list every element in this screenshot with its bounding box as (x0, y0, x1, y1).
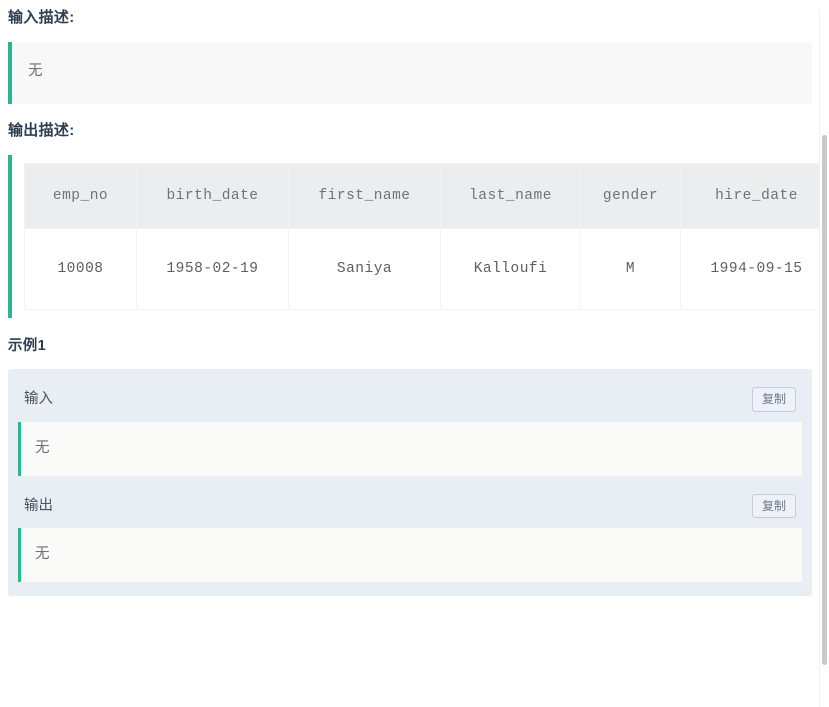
problem-description-page: 输入描述: 无 输出描述: emp_no birth_date first_na… (0, 9, 829, 707)
example-input-label: 输入 (24, 389, 53, 409)
example-panel: 输入 复制 无 输出 复制 无 (8, 369, 812, 596)
column-header-first-name: first_name (289, 164, 441, 229)
cell-last-name: Kalloufi (441, 229, 581, 310)
example-output-code-text: 无 (35, 546, 50, 562)
column-header-hire-date: hire_date (681, 164, 829, 229)
output-description-heading: 输出描述: (8, 122, 812, 140)
example-heading: 示例1 (8, 338, 812, 355)
cell-hire-date: 1994-09-15 (681, 229, 829, 310)
page-scrollbar-thumb[interactable] (822, 135, 827, 665)
example-input-row: 输入 复制 (18, 379, 802, 419)
result-table: emp_no birth_date first_name last_name g… (24, 163, 829, 310)
input-description-heading: 输入描述: (8, 9, 812, 27)
copy-output-button[interactable]: 复制 (752, 494, 796, 518)
column-header-gender: gender (581, 164, 681, 229)
result-table-body: 10008 1958-02-19 Saniya Kalloufi M 1994-… (25, 229, 829, 310)
page-scrollbar-track[interactable] (819, 9, 829, 707)
table-header-row: emp_no birth_date first_name last_name g… (25, 164, 829, 229)
example-output-row: 输出 复制 (18, 486, 802, 526)
column-header-last-name: last_name (441, 164, 581, 229)
table-row: 10008 1958-02-19 Saniya Kalloufi M 1994-… (25, 229, 829, 310)
cell-first-name: Saniya (289, 229, 441, 310)
example-input-code-text: 无 (35, 440, 50, 456)
result-table-head: emp_no birth_date first_name last_name g… (25, 164, 829, 229)
example-input-code-block: 无 (18, 422, 802, 476)
cell-gender: M (581, 229, 681, 310)
copy-input-button[interactable]: 复制 (752, 387, 796, 411)
cell-birth-date: 1958-02-19 (137, 229, 289, 310)
example-output-code-block: 无 (18, 528, 802, 582)
input-description-text: 无 (28, 60, 796, 83)
cell-emp-no: 10008 (25, 229, 137, 310)
input-description-block: 无 (8, 42, 812, 104)
output-description-table-wrapper: emp_no birth_date first_name last_name g… (8, 155, 812, 318)
column-header-birth-date: birth_date (137, 164, 289, 229)
example-output-label: 输出 (24, 496, 53, 516)
column-header-emp-no: emp_no (25, 164, 137, 229)
